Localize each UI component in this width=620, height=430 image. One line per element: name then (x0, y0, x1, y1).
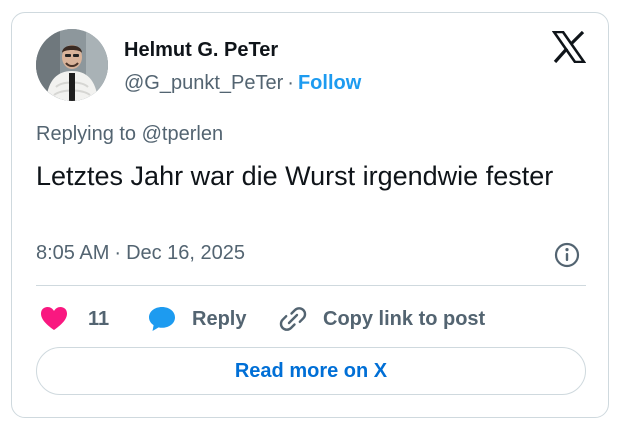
speech-bubble-icon (149, 307, 175, 331)
like-button[interactable]: 11 (40, 301, 109, 337)
reply-button[interactable]: Reply (148, 301, 246, 337)
timestamp-separator: · (114, 242, 122, 264)
avatar[interactable] (36, 29, 108, 101)
read-more-button[interactable]: Read more on X (36, 347, 586, 395)
link-icon (279, 307, 307, 331)
post-timestamp[interactable]: 8:05 AM · Dec 16, 2025 (36, 242, 245, 265)
replying-to: Replying to @tperlen (36, 123, 223, 146)
post-header: Helmut G. PeTer @G_punkt_PeTer · Follow (36, 29, 588, 105)
post-date: Dec 16, 2025 (126, 242, 246, 264)
handle-separator: · (287, 72, 294, 94)
embedded-post-card: Helmut G. PeTer @G_punkt_PeTer · Follow Re… (11, 12, 609, 418)
author-handle[interactable]: @G_punkt_PeTer (124, 72, 283, 94)
post-text: Letztes Jahr war die Wurst irgendwie fes… (36, 161, 554, 191)
info-icon[interactable] (554, 242, 580, 268)
avatar-image (36, 29, 108, 101)
like-count: 11 (88, 307, 110, 330)
x-logo-icon[interactable] (551, 30, 587, 64)
heart-icon (41, 307, 67, 330)
copy-link-label: Copy link to post (323, 307, 486, 330)
read-more-label: Read more on X (234, 359, 388, 382)
divider (36, 285, 586, 286)
follow-button[interactable]: Follow (298, 72, 361, 94)
copy-link-button[interactable]: Copy link to post (279, 301, 485, 337)
reply-label: Reply (192, 307, 247, 330)
replying-prefix: Replying to (36, 123, 142, 145)
author-display-name[interactable]: Helmut G. PeTer (124, 39, 278, 62)
replying-mention[interactable]: @tperlen (142, 123, 223, 145)
action-bar: 11 Reply Copy link to post (36, 301, 588, 337)
post-time: 8:05 AM (36, 242, 110, 264)
author-handle-row: @G_punkt_PeTer · Follow (124, 72, 361, 95)
